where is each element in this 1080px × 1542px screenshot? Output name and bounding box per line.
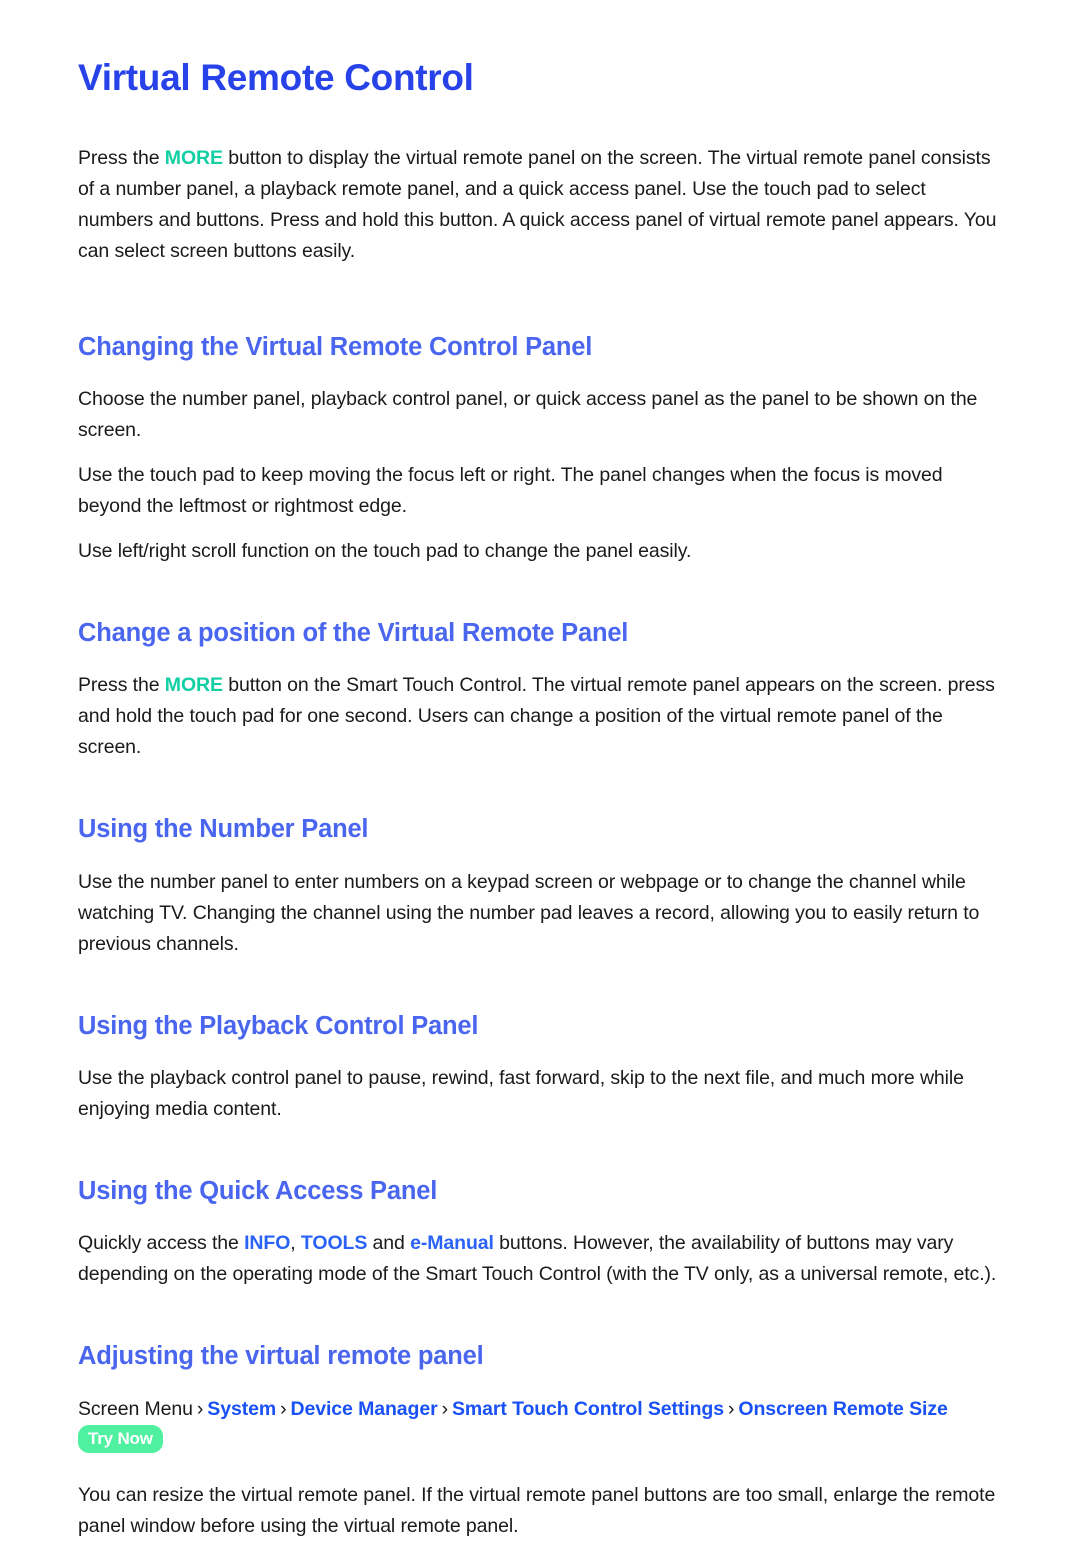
quick-access-text-1: , [290,1232,301,1255]
breadcrumb-item-device-manager[interactable]: Device Manager [290,1398,437,1420]
breadcrumb-item-smart-touch-control-settings[interactable]: Smart Touch Control Settings [452,1398,724,1420]
breadcrumb-item-system[interactable]: System [207,1398,276,1420]
intro-paragraph: Press the MORE button to display the vir… [78,143,1002,267]
paragraph-changing-1: Choose the number panel, playback contro… [78,388,978,441]
paragraph-quick-access: Quickly access the INFO, TOOLS and e-Man… [78,1228,1002,1290]
section-heading-playback-panel: Using the Playback Control Panel [78,1011,479,1040]
intro-text-before: Press the [78,146,165,169]
tools-keyword: TOOLS [300,1232,368,1255]
change-position-text-before: Press the [78,674,165,697]
breadcrumb: Screen Menu › System › Device Manager › Smart … [78,1394,1002,1454]
more-keyword: MORE [164,146,223,169]
breadcrumb-item-onscreen-remote-size[interactable]: Onscreen Remote Size [738,1398,947,1420]
paragraph-changing-3: Use left/right scroll function on the to… [78,540,692,562]
page-title: Virtual Remote Control [78,57,474,98]
paragraph-number-panel: Use the number panel to enter numbers on… [78,870,980,955]
breadcrumb-separator: › [441,1397,449,1420]
info-keyword: INFO [244,1232,291,1255]
quick-access-text-0: Quickly access the [78,1232,245,1255]
more-keyword: MORE [164,674,223,697]
section-heading-adjusting-panel: Adjusting the virtual remote panel [78,1342,484,1371]
breadcrumb-separator: › [280,1397,287,1420]
paragraph-changing-2: Use the touch pad to keep moving the foc… [78,464,943,517]
section-heading-changing-panel: Changing the Virtual Remote Control Pane… [78,332,593,361]
quick-access-text-2: and [367,1232,411,1255]
paragraph-playback-panel: Use the playback control panel to pause,… [78,1066,964,1120]
section-heading-number-panel: Using the Number Panel [78,815,369,844]
section-heading-quick-access: Using the Quick Access Panel [78,1176,438,1205]
try-now-badge[interactable]: Try Now [78,1425,163,1454]
breadcrumb-separator: › [728,1397,735,1420]
paragraph-adjusting-panel: You can resize the virtual remote panel.… [78,1483,996,1537]
document-page: Virtual Remote Control Press the MORE bu… [0,0,1080,1537]
paragraph-change-position: Press the MORE button on the Smart Touch… [78,670,1002,763]
emanual-keyword: e-Manual [410,1232,494,1255]
breadcrumb-separator: › [196,1397,204,1420]
breadcrumb-root: Screen Menu [78,1397,193,1420]
section-heading-change-position: Change a position of the Virtual Remote … [78,619,629,647]
